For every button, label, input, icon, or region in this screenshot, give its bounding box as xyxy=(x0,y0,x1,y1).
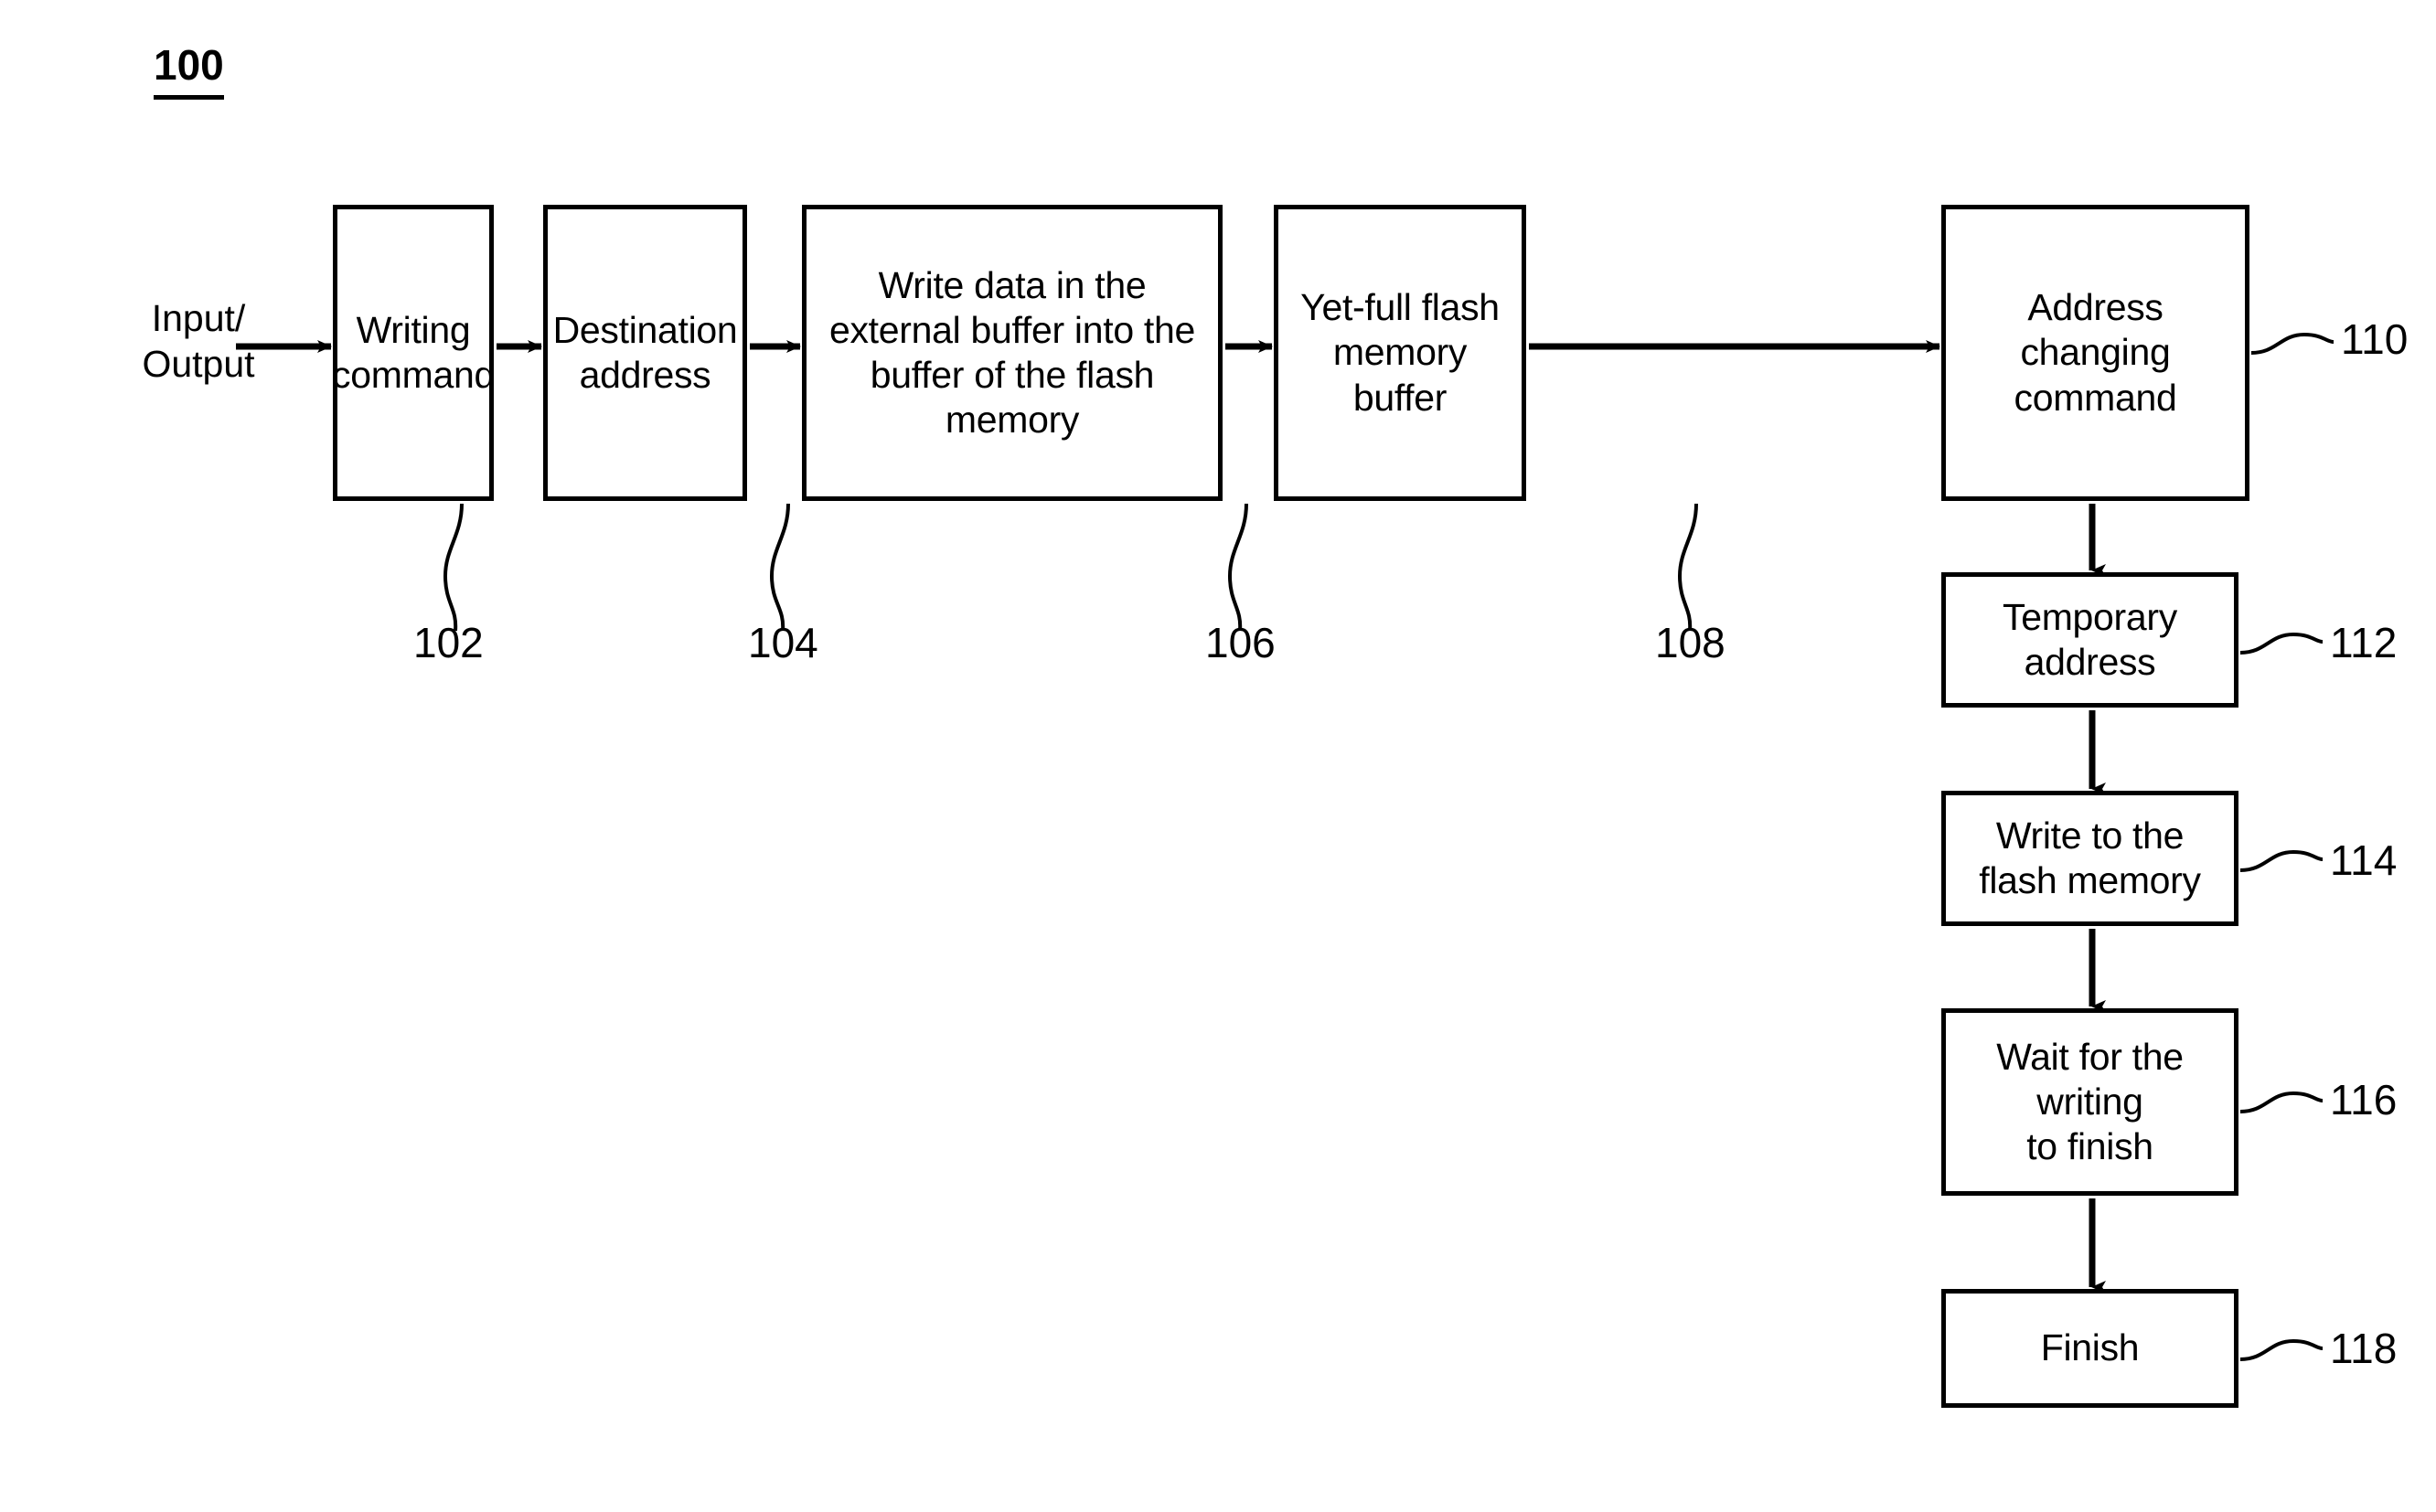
box-finish-label: Finish xyxy=(2040,1326,2140,1369)
leader-line-114 xyxy=(2239,849,2324,872)
box-destination-address-label: Destination address xyxy=(552,308,738,396)
box-writing-command[interactable]: Writing command xyxy=(332,205,495,501)
reference-numeral-118: 118 xyxy=(2330,1325,2398,1372)
box-destination-address[interactable]: Destination address xyxy=(543,205,747,501)
leader-line-112 xyxy=(2239,632,2324,655)
leader-line-106 xyxy=(1227,503,1248,632)
reference-numeral-108: 108 xyxy=(1655,619,1726,666)
box-temporary-address-label: Temporary address xyxy=(2003,595,2177,683)
patent-figure: 100 Input/ Output Writing command Destin… xyxy=(0,0,2436,1512)
reference-numeral-106: 106 xyxy=(1205,619,1276,666)
leader-line-108 xyxy=(1677,503,1698,632)
box-finish[interactable]: Finish xyxy=(1941,1289,2238,1408)
leader-line-110 xyxy=(2250,332,2334,355)
box-address-changing-command[interactable]: Address changing command xyxy=(1941,205,2249,501)
box-address-changing-command-label: Address changing command xyxy=(2014,286,2177,419)
reference-numeral-102: 102 xyxy=(413,619,484,666)
box-wait-for-writing-to-finish-label: Wait for the writing to finish xyxy=(1996,1035,2184,1168)
reference-numeral-104: 104 xyxy=(748,619,818,666)
figure-reference-100: 100 xyxy=(154,44,224,100)
reference-numeral-116: 116 xyxy=(2330,1076,2398,1123)
box-yet-full-flash-memory-buffer[interactable]: Yet-full flash memory buffer xyxy=(1274,205,1526,501)
box-write-data-external-buffer-label: Write data in the external buffer into t… xyxy=(828,263,1196,442)
reference-numeral-114: 114 xyxy=(2330,836,2398,884)
box-wait-for-writing-to-finish[interactable]: Wait for the writing to finish xyxy=(1941,1008,2238,1196)
box-write-to-flash-memory[interactable]: Write to the flash memory xyxy=(1941,791,2238,926)
reference-numeral-110: 110 xyxy=(2341,315,2409,363)
leader-line-104 xyxy=(769,503,790,632)
box-yet-full-flash-memory-buffer-label: Yet-full flash memory buffer xyxy=(1300,286,1500,419)
leader-line-102 xyxy=(443,503,464,632)
reference-numeral-112: 112 xyxy=(2330,619,2398,666)
input-output-label: Input/ Output xyxy=(142,297,255,386)
box-writing-command-label: Writing command xyxy=(332,308,495,396)
box-write-to-flash-memory-label: Write to the flash memory xyxy=(1979,814,2201,901)
leader-line-118 xyxy=(2239,1338,2324,1361)
leader-line-116 xyxy=(2239,1091,2324,1113)
box-write-data-external-buffer[interactable]: Write data in the external buffer into t… xyxy=(802,205,1223,501)
box-temporary-address[interactable]: Temporary address xyxy=(1941,572,2238,708)
